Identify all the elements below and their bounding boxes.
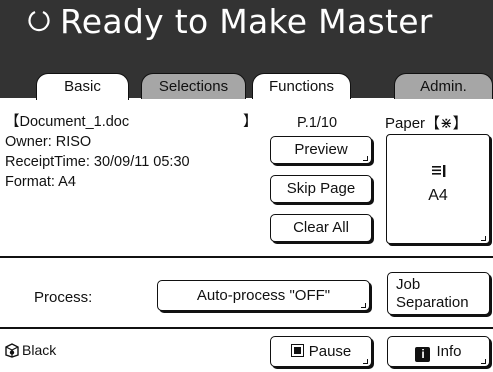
job-separation-line2: Separation	[396, 294, 469, 311]
document-name-text: 【Document_1.doc	[5, 114, 130, 130]
process-label: Process:	[34, 289, 93, 306]
section-divider	[0, 256, 493, 258]
info-button-label: Info	[436, 343, 462, 360]
skip-page-button-label: Skip Page	[286, 180, 356, 197]
auto-process-button-label: Auto-process "OFF"	[196, 287, 331, 304]
paper-size-value: A4	[428, 187, 448, 204]
document-name-bracket: 】	[243, 114, 258, 130]
page-title: Ready to Make Master	[60, 2, 433, 41]
ink-color-label: Black	[22, 342, 57, 358]
skip-page-button[interactable]: Skip Page	[270, 175, 372, 203]
document-info: 【Document_1.doc 】 Owner: RISO ReceiptTim…	[5, 112, 258, 192]
ink-drum-icon	[5, 343, 19, 358]
header-bar: Ready to Make Master Basic Selections Fu…	[0, 0, 493, 100]
corner-mark-icon	[481, 359, 486, 364]
paper-size-button[interactable]: A4	[386, 134, 490, 244]
document-name: 【Document_1.doc 】	[5, 112, 258, 132]
tab-selections[interactable]: Selections	[141, 73, 246, 99]
info-icon: i	[415, 347, 431, 362]
clear-all-button[interactable]: Clear All	[270, 214, 372, 242]
page-counter: P.1/10	[297, 115, 338, 131]
job-separation-line1: Job	[396, 276, 421, 293]
preview-button-label: Preview	[294, 141, 348, 158]
section-divider	[0, 327, 493, 329]
job-separation-button[interactable]: Job Separation	[387, 272, 490, 315]
corner-mark-icon	[361, 303, 366, 308]
corner-mark-icon	[481, 236, 486, 241]
info-button[interactable]: i Info	[387, 336, 490, 367]
tab-functions[interactable]: Functions	[252, 73, 351, 99]
tab-basic[interactable]: Basic	[36, 73, 129, 100]
document-receipt-time: ReceiptTime: 30/09/11 05:30	[5, 154, 190, 170]
document-format: Format: A4	[5, 174, 76, 190]
corner-mark-icon	[363, 156, 368, 161]
pause-button[interactable]: Pause	[270, 336, 372, 367]
stop-square-icon	[290, 344, 304, 357]
preview-button[interactable]: Preview	[270, 136, 372, 164]
auto-process-button[interactable]: Auto-process "OFF"	[157, 280, 370, 311]
clear-all-button-label: Clear All	[293, 219, 349, 236]
corner-mark-icon	[363, 359, 368, 364]
ring-icon	[28, 11, 50, 32]
document-owner: Owner: RISO	[5, 134, 92, 150]
paper-label: Paper【⋇】	[385, 115, 468, 132]
tab-admin[interactable]: Admin.	[394, 73, 493, 99]
paper-stack-icon	[432, 165, 446, 177]
pause-button-label: Pause	[308, 343, 352, 360]
